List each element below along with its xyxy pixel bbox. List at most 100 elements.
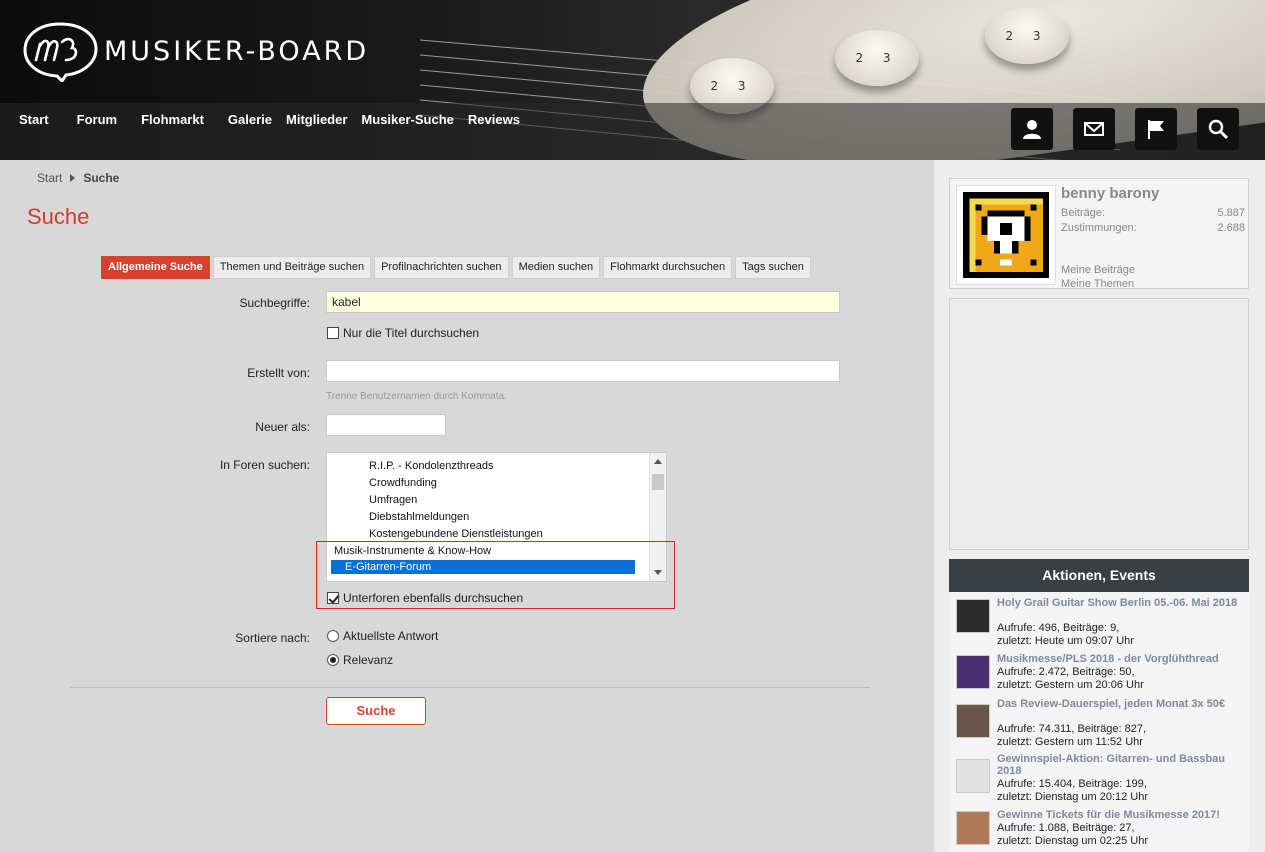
forum-option[interactable]: Umfragen [369, 494, 417, 506]
event-thumbnail[interactable] [956, 759, 990, 793]
sort-relevance-radio[interactable] [327, 654, 339, 666]
likes-label: Zustimmungen: [1061, 222, 1137, 234]
event-title[interactable]: Musikmesse/PLS 2018 - der Vorglühthread [997, 653, 1247, 665]
user-icon [1023, 120, 1041, 139]
site-header: 2 3 2 3 2 3 MUSIKER-BOARD Start Forum Fl… [0, 0, 1265, 160]
user-panel: benny barony Beiträge: 5.887 Zustimmunge… [949, 178, 1249, 290]
main-navbar: Start Forum Flohmarkt Galerie Mitglieder… [0, 103, 1265, 160]
keywords-label: Suchbegriffe: [239, 296, 311, 310]
tab-general-search[interactable]: Allgemeine Suche [101, 256, 210, 279]
search-button[interactable] [1197, 108, 1239, 150]
event-title[interactable]: Das Review-Dauerspiel, jeden Monat 3x 50… [997, 698, 1247, 710]
event-stats: Aufrufe: 2.472, Beiträge: 50, [997, 666, 1135, 678]
account-button[interactable] [1011, 108, 1053, 150]
list-item[interactable]: Musikmesse/PLS 2018 - der Vorglühthread … [954, 653, 1249, 693]
nav-item-mitglieder[interactable]: Mitglieder [286, 103, 361, 137]
nav-item-galerie[interactable]: Galerie [218, 103, 286, 137]
event-title[interactable]: Gewinne Tickets für die Musikmesse 2017! [997, 809, 1247, 821]
flag-icon [1148, 120, 1164, 139]
keywords-input[interactable]: kabel [326, 291, 840, 313]
search-submit-button[interactable]: Suche [326, 697, 426, 725]
highlight-annotation-box [316, 541, 675, 609]
breadcrumb-current: Suche [83, 171, 120, 185]
sort-label: Sortiere nach: [235, 631, 310, 645]
likes-count: 2.688 [1217, 222, 1245, 234]
event-last: zuletzt: Gestern um 11:52 Uhr [997, 736, 1143, 748]
events-heading: Aktionen, Events [949, 559, 1249, 592]
site-logo[interactable]: MUSIKER-BOARD [22, 20, 369, 82]
avatar[interactable] [956, 185, 1056, 285]
nav-item-reviews[interactable]: Reviews [468, 103, 534, 137]
posts-count: 5.887 [1217, 207, 1245, 219]
event-stats: Aufrufe: 15.404, Beiträge: 199, [997, 778, 1147, 790]
events-list: Holy Grail Guitar Show Berlin 05.-06. Ma… [949, 592, 1249, 852]
event-title[interactable]: Holy Grail Guitar Show Berlin 05.-06. Ma… [997, 597, 1247, 609]
event-stats: Aufrufe: 496, Beiträge: 9, [997, 622, 1120, 634]
user-posts-stat: Beiträge: 5.887 [1061, 207, 1245, 219]
newer-than-input[interactable] [326, 414, 446, 436]
event-thumbnail[interactable] [956, 811, 990, 845]
event-last: zuletzt: Gestern um 20:06 Uhr [997, 679, 1144, 691]
nav-item-musiker-suche[interactable]: Musiker-Suche [361, 103, 467, 137]
nav-item-flohmarkt[interactable]: Flohmarkt [131, 103, 218, 137]
created-by-input[interactable] [326, 360, 840, 382]
list-item[interactable]: Gewinnspiel-Aktion: Gitarren- und Bassba… [954, 753, 1249, 805]
list-item[interactable]: Holy Grail Guitar Show Berlin 05.-06. Ma… [954, 597, 1249, 649]
username[interactable]: benny barony [1061, 185, 1159, 202]
search-icon [1208, 119, 1229, 140]
event-stats: Aufrufe: 74.311, Beiträge: 827, [997, 723, 1147, 735]
tab-threads-posts[interactable]: Themen und Beiträge suchen [212, 256, 372, 279]
chevron-right-icon [70, 174, 76, 182]
my-posts-link[interactable]: Meine Beiträge [1061, 264, 1135, 276]
nav-icon-group [1011, 108, 1239, 150]
nav-menu: Start Forum Flohmarkt Galerie Mitglieder… [0, 103, 534, 137]
created-by-label: Erstellt von: [247, 366, 310, 380]
list-item[interactable]: Das Review-Dauerspiel, jeden Monat 3x 50… [954, 698, 1249, 750]
alerts-button[interactable] [1135, 108, 1177, 150]
user-likes-stat: Zustimmungen: 2.688 [1061, 222, 1245, 234]
question-block-avatar-icon [963, 192, 1049, 278]
sidebar: benny barony Beiträge: 5.887 Zustimmunge… [934, 160, 1265, 852]
mail-icon [1084, 122, 1104, 136]
event-last: zuletzt: Dienstag um 20:12 Uhr [997, 791, 1149, 803]
scroll-thumb[interactable] [652, 474, 664, 490]
event-title[interactable]: Gewinnspiel-Aktion: Gitarren- und Bassba… [997, 753, 1247, 777]
inbox-button[interactable] [1073, 108, 1115, 150]
form-divider [70, 687, 870, 688]
posts-label: Beiträge: [1061, 207, 1106, 219]
forum-option[interactable]: R.I.P. - Kondolenzthreads [369, 460, 494, 472]
newer-than-label: Neuer als: [255, 420, 310, 434]
tab-profile-messages[interactable]: Profilnachrichten suchen [374, 256, 509, 279]
list-item[interactable]: Gewinne Tickets für die Musikmesse 2017!… [954, 809, 1249, 849]
forum-option[interactable]: Crowdfunding [369, 477, 437, 489]
main-content: Start Suche Suche Allgemeine Suche Theme… [0, 160, 933, 852]
nav-item-start[interactable]: Start [0, 103, 63, 137]
nav-item-forum[interactable]: Forum [63, 103, 131, 137]
titles-only-label: Nur die Titel durchsuchen [343, 326, 480, 340]
forums-label: In Foren suchen: [219, 458, 310, 472]
sort-latest-label: Aktuellste Antwort [343, 629, 439, 643]
sort-relevance-option: Relevanz [327, 653, 393, 667]
scroll-up-icon[interactable] [654, 459, 662, 464]
event-stats: Aufrufe: 1.088, Beiträge: 27, [997, 822, 1135, 834]
tab-media[interactable]: Medien suchen [511, 256, 601, 279]
event-thumbnail[interactable] [956, 599, 990, 633]
forum-option[interactable]: Diebstahlmeldungen [369, 511, 469, 523]
tab-tags[interactable]: Tags suchen [735, 256, 811, 279]
logo-mark-icon [23, 22, 98, 82]
sort-relevance-label: Relevanz [343, 653, 394, 667]
event-thumbnail[interactable] [956, 704, 990, 738]
event-last: zuletzt: Heute um 09:07 Uhr [997, 635, 1134, 647]
sort-latest-option: Aktuellste Antwort [327, 629, 438, 643]
forum-option[interactable]: Kostengebundene Dienstleistungen [369, 528, 543, 540]
created-by-hint: Trenne Benutzernamen durch Kommata. [326, 391, 507, 402]
knob-decoration: 2 3 [985, 8, 1069, 64]
tab-flohmarkt[interactable]: Flohmarkt durchsuchen [603, 256, 733, 279]
titles-only-checkbox[interactable] [327, 327, 339, 339]
event-thumbnail[interactable] [956, 655, 990, 689]
event-last: zuletzt: Dienstag um 02:25 Uhr [997, 835, 1149, 847]
breadcrumb-home[interactable]: Start [37, 171, 62, 185]
ad-placeholder [949, 298, 1249, 550]
sort-latest-radio[interactable] [327, 630, 339, 642]
my-threads-link[interactable]: Meine Themen [1061, 278, 1134, 290]
